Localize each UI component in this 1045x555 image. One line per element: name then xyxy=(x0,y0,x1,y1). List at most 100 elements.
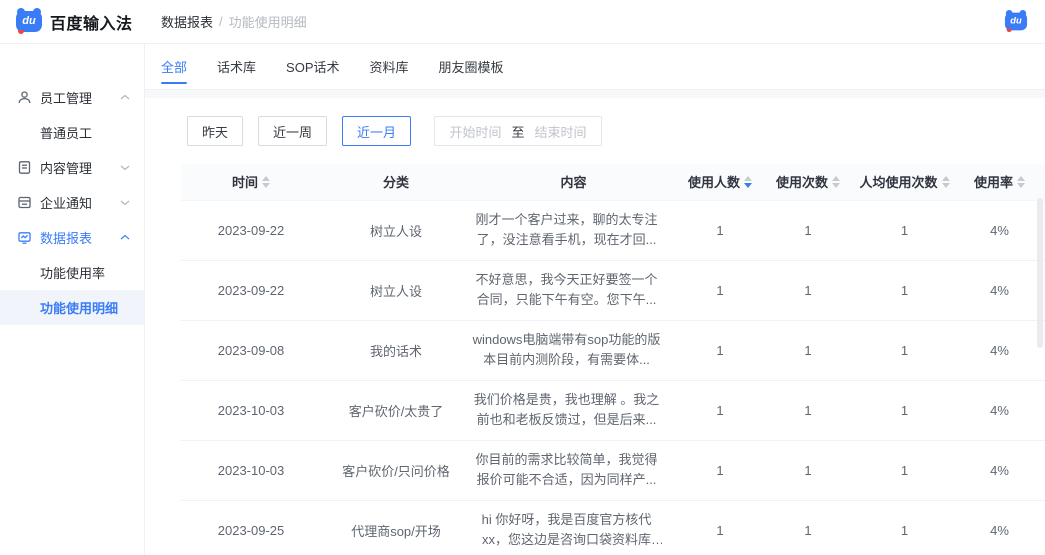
cell-content: windows电脑端带有sop功能的版本目前内测阶段，有需要体... xyxy=(471,320,676,380)
table-row: 2023-09-08 我的话术 windows电脑端带有sop功能的版本目前内测… xyxy=(181,320,1045,380)
chevron-up-icon xyxy=(120,94,130,101)
cell-rate: 4% xyxy=(957,380,1042,440)
avatar-tongue-decoration xyxy=(1007,29,1012,32)
table-row: 2023-09-25 代理商sop/开场 hi 你好呀，我是百度官方核代xx，您… xyxy=(181,500,1045,555)
cell-times: 1 xyxy=(764,200,852,260)
cell-time: 2023-10-03 xyxy=(181,440,321,500)
sort-icon-active-desc[interactable] xyxy=(744,176,752,188)
cell-users: 1 xyxy=(676,260,764,320)
tab-material-library[interactable]: 资料库 xyxy=(370,44,409,90)
sidebar-item-employee-management[interactable]: 员工管理 xyxy=(0,80,144,115)
sort-icon[interactable] xyxy=(832,176,840,188)
cell-content: 你目前的需求比较简单，我觉得报价可能不合适，因为同样产... xyxy=(471,440,676,500)
cell-rate: 4% xyxy=(957,320,1042,380)
cell-users: 1 xyxy=(676,380,764,440)
sidebar-item-content-management[interactable]: 内容管理 xyxy=(0,150,144,185)
chevron-down-icon xyxy=(120,164,130,171)
filter-last-week-button[interactable]: 近一周 xyxy=(258,116,327,146)
table-header-row: 时间 分类 内容 使用人数 使用次数 人均使用次数 使用率 趋势 xyxy=(181,164,1045,200)
cell-users: 1 xyxy=(676,320,764,380)
cell-time: 2023-09-08 xyxy=(181,320,321,380)
document-icon xyxy=(17,160,32,175)
filter-last-month-button[interactable]: 近一月 xyxy=(342,116,411,146)
column-header-times[interactable]: 使用次数 xyxy=(764,164,852,200)
filter-yesterday-button[interactable]: 昨天 xyxy=(187,116,243,146)
cell-times: 1 xyxy=(764,500,852,555)
sidebar-item-label: 员工管理 xyxy=(40,88,120,107)
cell-times: 1 xyxy=(764,260,852,320)
table-row: 2023-09-22 树立人设 刚才一个客户过来，聊的太专注了，没注意看手机，现… xyxy=(181,200,1045,260)
breadcrumb-current: 功能使用明细 xyxy=(229,12,307,31)
top-bar: du 百度输入法 数据报表 / 功能使用明细 du xyxy=(0,0,1045,44)
table-row: 2023-10-03 客户砍价/只问价格 你目前的需求比较简单，我觉得报价可能不… xyxy=(181,440,1045,500)
sidebar-item-label: 数据报表 xyxy=(40,228,120,247)
cell-category: 代理商sop/开场 xyxy=(321,500,471,555)
sidebar: 员工管理 普通员工 内容管理 企业通知 xyxy=(0,44,145,555)
column-header-category: 分类 xyxy=(321,164,471,200)
cell-avg: 1 xyxy=(852,500,957,555)
cell-avg: 1 xyxy=(852,440,957,500)
sidebar-item-normal-employee[interactable]: 普通员工 xyxy=(0,115,144,150)
table-row: 2023-10-03 客户砍价/太贵了 我们价格是贵，我也理解 。我之前也和老板… xyxy=(181,380,1045,440)
cell-category: 树立人设 xyxy=(321,260,471,320)
scrollbar-thumb[interactable] xyxy=(1037,198,1043,348)
content-card: 昨天 近一周 近一月 开始时间 至 结束时间 时间 分类 xyxy=(145,98,1045,555)
breadcrumb-root[interactable]: 数据报表 xyxy=(161,12,213,31)
chevron-down-icon xyxy=(120,199,130,206)
cell-times: 1 xyxy=(764,320,852,380)
sidebar-item-feature-usage-detail[interactable]: 功能使用明细 xyxy=(0,290,144,325)
cell-content: 不好意思，我今天正好要签一个合同，只能下午有空。您下午... xyxy=(471,260,676,320)
cell-avg: 1 xyxy=(852,320,957,380)
cell-avg: 1 xyxy=(852,200,957,260)
cell-rate: 4% xyxy=(957,440,1042,500)
notice-icon xyxy=(17,195,32,210)
tab-sop-script[interactable]: SOP话术 xyxy=(286,44,339,90)
cell-users: 1 xyxy=(676,500,764,555)
date-range-separator: 至 xyxy=(512,122,525,141)
column-header-avg[interactable]: 人均使用次数 xyxy=(852,164,957,200)
sort-icon[interactable] xyxy=(1017,176,1025,188)
cell-rate: 4% xyxy=(957,500,1042,555)
tab-all[interactable]: 全部 xyxy=(161,44,187,90)
breadcrumb: 数据报表 / 功能使用明细 xyxy=(161,12,307,31)
sidebar-item-data-report[interactable]: 数据报表 xyxy=(0,220,144,255)
breadcrumb-separator: / xyxy=(219,14,223,29)
column-header-rate[interactable]: 使用率 xyxy=(957,164,1042,200)
logo-tongue-decoration xyxy=(18,30,24,34)
cell-rate: 4% xyxy=(957,200,1042,260)
cell-time: 2023-10-03 xyxy=(181,380,321,440)
du-logo-icon: du xyxy=(16,11,42,32)
user-avatar[interactable]: du xyxy=(1005,13,1027,31)
cell-times: 1 xyxy=(764,440,852,500)
cell-times: 1 xyxy=(764,380,852,440)
tab-script-library[interactable]: 话术库 xyxy=(217,44,256,90)
time-filters: 昨天 近一周 近一月 开始时间 至 结束时间 xyxy=(187,116,1025,146)
table-row: 2023-09-22 树立人设 不好意思，我今天正好要签一个合同，只能下午有空。… xyxy=(181,260,1045,320)
category-tabs: 全部 话术库 SOP话术 资料库 朋友圈模板 xyxy=(145,44,1045,90)
cell-time: 2023-09-25 xyxy=(181,500,321,555)
date-range-picker[interactable]: 开始时间 至 结束时间 xyxy=(434,116,602,146)
cell-avg: 1 xyxy=(852,380,957,440)
usage-detail-table: 时间 分类 内容 使用人数 使用次数 人均使用次数 使用率 趋势 2023-09… xyxy=(181,164,1045,555)
sidebar-item-label: 企业通知 xyxy=(40,193,120,212)
end-date-placeholder: 结束时间 xyxy=(535,122,587,141)
cell-rate: 4% xyxy=(957,260,1042,320)
cell-content: 我们价格是贵，我也理解 。我之前也和老板反馈过，但是后来... xyxy=(471,380,676,440)
sort-icon[interactable] xyxy=(262,176,270,188)
column-header-time[interactable]: 时间 xyxy=(181,164,321,200)
column-header-content: 内容 xyxy=(471,164,676,200)
app-name: 百度输入法 xyxy=(50,10,133,34)
cell-content: hi 你好呀，我是百度官方核代xx，您这边是咨询口袋资料库这... xyxy=(471,500,676,555)
tab-moments-template[interactable]: 朋友圈模板 xyxy=(439,44,504,90)
sidebar-item-feature-usage-rate[interactable]: 功能使用率 xyxy=(0,255,144,290)
sort-icon[interactable] xyxy=(942,176,950,188)
sidebar-item-enterprise-notice[interactable]: 企业通知 xyxy=(0,185,144,220)
start-date-placeholder: 开始时间 xyxy=(450,122,502,141)
cell-users: 1 xyxy=(676,200,764,260)
user-icon xyxy=(17,90,32,105)
cell-avg: 1 xyxy=(852,260,957,320)
cell-content: 刚才一个客户过来，聊的太专注了，没注意看手机，现在才回... xyxy=(471,200,676,260)
app-logo: du 百度输入法 xyxy=(0,0,145,43)
column-header-users[interactable]: 使用人数 xyxy=(676,164,764,200)
cell-time: 2023-09-22 xyxy=(181,200,321,260)
